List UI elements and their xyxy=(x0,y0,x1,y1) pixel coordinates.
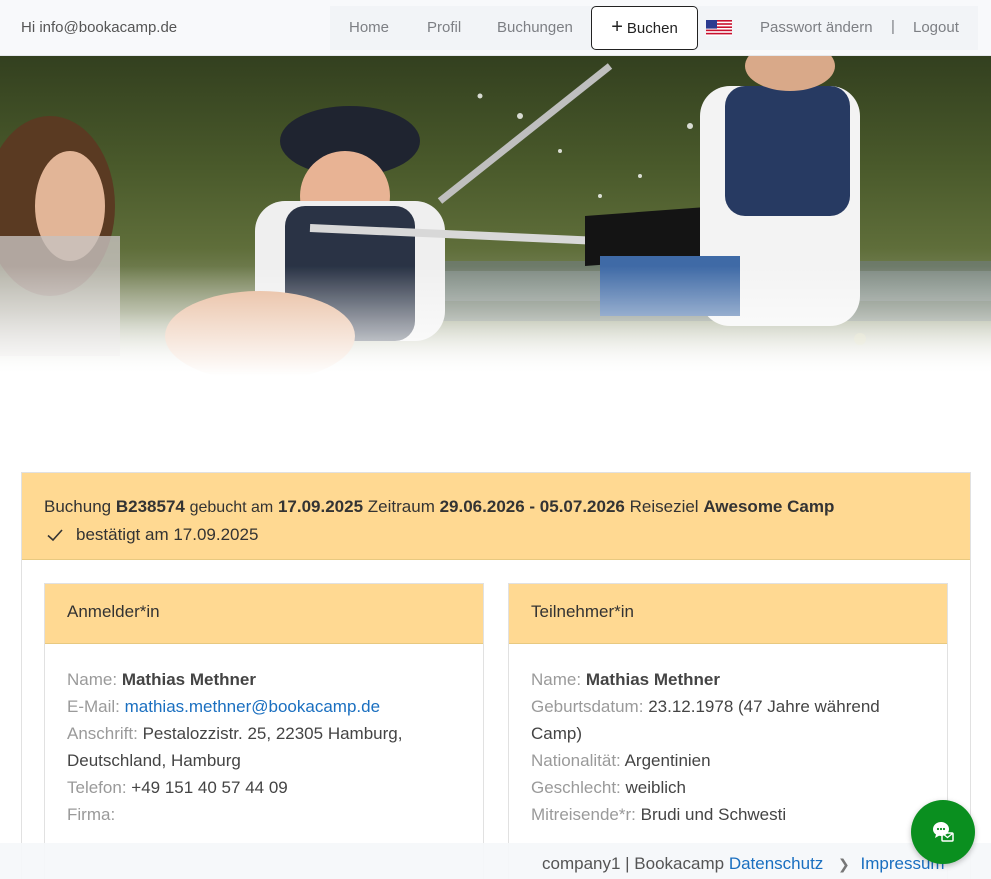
participant-gender-row: Geschlecht: weiblich xyxy=(531,778,686,797)
applicant-name: Mathias Methner xyxy=(121,670,256,689)
us-flag-icon[interactable] xyxy=(706,20,732,36)
hero-image xyxy=(0,56,991,376)
booking-status-text: bestätigt am 17.09.2025 xyxy=(76,525,259,544)
footer-privacy-link[interactable]: Datenschutz xyxy=(729,854,824,873)
participant-gender: weiblich xyxy=(625,778,686,797)
participant-companions: Brudi und Schwesti xyxy=(640,805,787,824)
destination-label: Reiseziel xyxy=(629,497,699,516)
booked-date: 17.09.2025 xyxy=(277,497,364,516)
period-label: Zeitraum xyxy=(367,497,435,516)
participant-details: Name: Mathias Methner Geburtsdatum: 23.1… xyxy=(509,644,947,850)
nav-separator: | xyxy=(891,18,895,35)
applicant-address-row: Anschrift: Pestalozzistr. 25, 22305 Hamb… xyxy=(67,724,403,770)
participant-panel: Teilnehmer*in Name: Mathias Methner Gebu… xyxy=(508,583,948,879)
footer-text: company1 | Bookacamp Datenschutz ❯ Impre… xyxy=(542,854,945,874)
booking-id: B238574 xyxy=(115,497,185,516)
booking-summary-line: Buchung B238574 gebucht am 17.09.2025 Ze… xyxy=(44,493,948,521)
applicant-email-link[interactable]: mathias.methner@bookacamp.de xyxy=(125,697,380,716)
nav-profil-link[interactable]: Profil xyxy=(427,19,461,36)
booking-destination: Awesome Camp xyxy=(703,497,835,516)
chat-button[interactable] xyxy=(911,800,975,864)
participant-nationality: Argentinien xyxy=(624,751,711,770)
booking-summary: Buchung B238574 gebucht am 17.09.2025 Ze… xyxy=(22,473,970,560)
user-greeting: Hi info@bookacamp.de xyxy=(21,19,178,36)
booking-label: Buchung xyxy=(44,497,112,516)
hero-fade xyxy=(0,266,991,376)
plus-icon: + xyxy=(611,16,623,38)
nav-buchungen-link[interactable]: Buchungen xyxy=(497,19,573,36)
buchen-button[interactable]: + Buchen xyxy=(591,6,698,50)
participant-birth-row: Geburtsdatum: 23.12.1978 (47 Jahre währe… xyxy=(531,697,880,743)
applicant-company-row: Firma: xyxy=(67,805,116,824)
participant-panel-title: Teilnehmer*in xyxy=(509,584,947,644)
booking-card: Buchung B238574 gebucht am 17.09.2025 Ze… xyxy=(21,472,971,879)
booked-label: gebucht am xyxy=(189,499,274,516)
participant-name-row: Name: Mathias Methner xyxy=(531,670,720,689)
applicant-panel: Anmelder*in Name: Mathias Methner E-Mail… xyxy=(44,583,484,879)
footer: company1 | Bookacamp Datenschutz ❯ Impre… xyxy=(0,843,991,879)
applicant-details: Name: Mathias Methner E-Mail: mathias.me… xyxy=(45,644,483,850)
chat-icon xyxy=(932,822,954,842)
participant-nationality-row: Nationalität: Argentinien xyxy=(531,751,711,770)
nav-password-link[interactable]: Passwort ändern xyxy=(760,19,873,36)
nav-logout-link[interactable]: Logout xyxy=(913,19,959,36)
applicant-name-row: Name: Mathias Methner xyxy=(67,670,256,689)
check-icon xyxy=(47,528,63,541)
applicant-panel-title: Anmelder*in xyxy=(45,584,483,644)
booking-period: 29.06.2026 - 05.07.2026 xyxy=(439,497,625,516)
chevron-right-icon: ❯ xyxy=(838,856,850,872)
top-navbar: Hi info@bookacamp.de Home Profil Buchung… xyxy=(0,0,991,56)
buchen-button-label: Buchen xyxy=(626,19,678,37)
nav-home-link[interactable]: Home xyxy=(349,19,389,36)
main-nav: Home Profil Buchungen + Buchen Passwort … xyxy=(330,6,978,50)
participant-name: Mathias Methner xyxy=(585,670,720,689)
applicant-phone-row: Telefon: +49 151 40 57 44 09 xyxy=(67,778,288,797)
participant-companions-row: Mitreisende*r: Brudi und Schwesti xyxy=(531,805,787,824)
applicant-email-row: E-Mail: mathias.methner@bookacamp.de xyxy=(67,697,381,716)
applicant-phone: +49 151 40 57 44 09 xyxy=(131,778,288,797)
footer-company: company1 | Bookacamp xyxy=(542,854,725,873)
booking-status: bestätigt am 17.09.2025 xyxy=(44,521,948,548)
